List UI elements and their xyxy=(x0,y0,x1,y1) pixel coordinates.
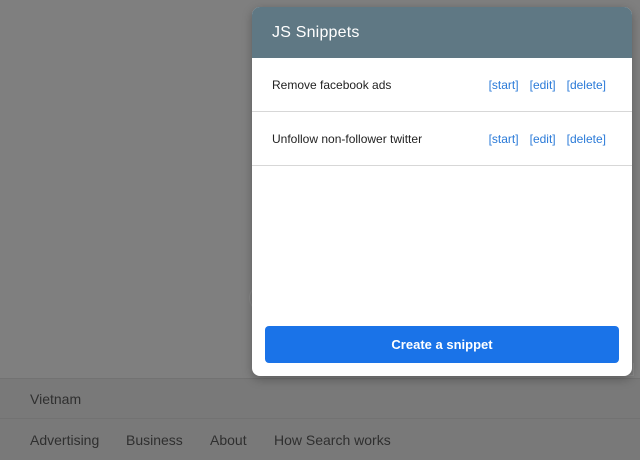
start-snippet-link[interactable]: [start] xyxy=(489,78,519,92)
footer-link-how-search-works[interactable]: How Search works xyxy=(274,432,391,448)
edit-snippet-link[interactable]: [edit] xyxy=(530,78,556,92)
snippet-row: Unfollow non-follower twitter [start] [e… xyxy=(252,112,632,166)
snippet-actions: [start] [edit] [delete] xyxy=(489,78,606,92)
snippet-actions: [start] [edit] [delete] xyxy=(489,132,606,146)
footer-link-advertising[interactable]: Advertising xyxy=(30,432,99,448)
footer-country: Vietnam xyxy=(30,391,82,407)
footer-link-about[interactable]: About xyxy=(210,432,247,448)
popup-header: JS Snippets xyxy=(252,7,632,58)
snippet-name: Remove facebook ads xyxy=(272,77,392,92)
popup-title: JS Snippets xyxy=(272,23,360,41)
start-snippet-link[interactable]: [start] xyxy=(489,132,519,146)
footer-country-row xyxy=(0,378,640,419)
footer-link-business[interactable]: Business xyxy=(126,432,183,448)
snippet-row: Remove facebook ads [start] [edit] [dele… xyxy=(252,58,632,112)
create-snippet-button[interactable]: Create a snippet xyxy=(265,326,619,363)
snippet-name: Unfollow non-follower twitter xyxy=(272,131,423,146)
js-snippets-popup: JS Snippets Remove facebook ads [start] … xyxy=(252,7,632,376)
edit-snippet-link[interactable]: [edit] xyxy=(530,132,556,146)
delete-snippet-link[interactable]: [delete] xyxy=(567,132,606,146)
delete-snippet-link[interactable]: [delete] xyxy=(567,78,606,92)
